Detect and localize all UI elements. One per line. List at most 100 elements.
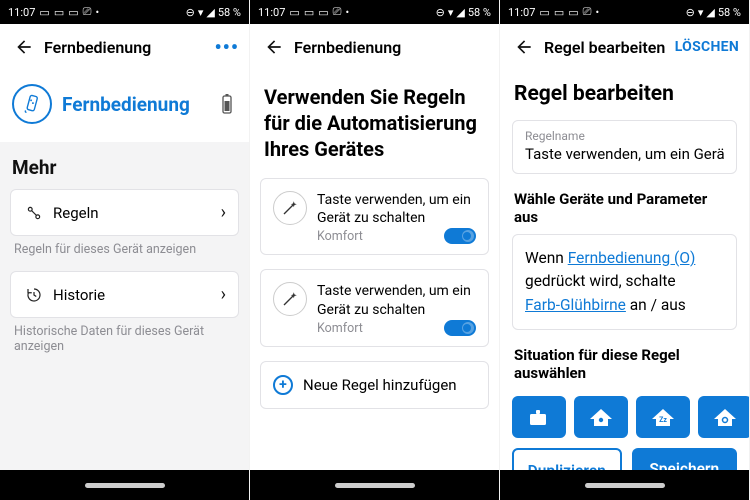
notif-icon-3: ▭ (568, 6, 578, 19)
situation-custom[interactable] (698, 396, 749, 438)
screen-remote-main: 11:07 ▭ ▭ ▭ ⎚ • ⊖ ▾ ◢ 58 % Fernbedienung… (0, 0, 250, 500)
history-item[interactable]: Historie › (10, 271, 239, 318)
history-label: Historie (53, 286, 221, 304)
battery-percent: 58 % (468, 6, 491, 19)
history-icon (23, 286, 45, 304)
wifi-icon: ▾ (198, 6, 204, 19)
rule-card-1[interactable]: Taste verwenden, um ein Gerät zu schalte… (260, 178, 489, 255)
android-navbar (500, 470, 749, 500)
clock: 11:07 (508, 6, 535, 19)
rules-icon (23, 204, 45, 222)
rules-label: Regeln (53, 204, 221, 222)
rules-item[interactable]: Regeln › (10, 189, 239, 236)
page-title: Fernbedienung (44, 38, 214, 57)
rule-name-label: Regelname (525, 129, 724, 143)
notif-icon-1: ▭ (289, 6, 299, 19)
clock: 11:07 (258, 6, 285, 19)
notif-icon-2: ▭ (54, 6, 64, 19)
notif-icon-3: ▭ (68, 6, 78, 19)
rule-name-value: Taste verwenden, um ein Gerä (525, 145, 724, 163)
signal-icon: ◢ (456, 6, 464, 19)
wifi-icon: ▾ (448, 6, 454, 19)
chevron-right-icon: › (221, 284, 226, 305)
rule-title: Taste verwenden, um ein Gerät zu schalte… (317, 282, 476, 318)
dnd-icon: ⊖ (186, 6, 195, 19)
device-name: Fernbedienung (62, 93, 221, 116)
situation-home[interactable] (574, 396, 628, 438)
signal-icon: ◢ (206, 6, 214, 19)
save-button[interactable]: Speichern (632, 448, 738, 470)
nav-handle[interactable] (335, 483, 415, 488)
sentence-pre: Wenn (525, 249, 568, 267)
dnd-icon: ⊖ (436, 6, 445, 19)
add-rule-label: Neue Regel hinzufügen (303, 376, 457, 394)
back-button[interactable] (510, 33, 538, 61)
device-link[interactable]: Fernbedienung (O) (568, 249, 696, 267)
remote-icon (12, 84, 52, 124)
target-link[interactable]: Farb-Glühbirne (525, 296, 626, 314)
rule-toggle[interactable] (444, 228, 476, 244)
delete-button[interactable]: LÖSCHEN (675, 39, 739, 55)
history-subtext: Historische Daten für dieses Gerät anzei… (0, 324, 249, 368)
sentence-post: an / aus (626, 296, 686, 314)
rule-name-field[interactable]: Regelname Taste verwenden, um ein Gerä (512, 120, 737, 174)
rule-card-2[interactable]: Taste verwenden, um ein Gerät zu schalte… (260, 269, 489, 346)
button-row: Duplizieren Speichern (500, 438, 749, 470)
page-title: Regel bearbeiten (544, 38, 675, 57)
notif-icon-5: • (95, 6, 99, 19)
content: Fernbedienung Mehr Regeln › Regeln für d… (0, 70, 249, 470)
appbar: Fernbedienung ••• (0, 24, 249, 70)
notif-icon-5: • (595, 6, 599, 19)
android-navbar (0, 470, 249, 500)
rule-toggle[interactable] (444, 320, 476, 336)
situation-sleep[interactable]: Zz (636, 396, 690, 438)
back-button[interactable] (10, 33, 38, 61)
duplicate-button[interactable]: Duplizieren (512, 448, 622, 470)
notif-icon-5: • (345, 6, 349, 19)
notif-icon-4: ⎚ (83, 5, 92, 19)
notif-icon-4: ⎚ (583, 5, 592, 19)
notif-icon-1: ▭ (39, 6, 49, 19)
notif-icon-3: ▭ (318, 6, 328, 19)
overflow-menu-button[interactable]: ••• (214, 35, 239, 59)
back-button[interactable] (260, 33, 288, 61)
notif-icon-2: ▭ (554, 6, 564, 19)
content: Regel bearbeiten Regelname Taste verwend… (500, 70, 749, 470)
battery-percent: 58 % (718, 6, 741, 19)
situation-row: Zz (500, 390, 749, 438)
statusbar: 11:07 ▭ ▭ ▭ ⎚ • ⊖ ▾ ◢ 58 % (0, 0, 249, 24)
situation-heading: Situation für diese Regel auswählen (500, 346, 749, 390)
situation-away[interactable] (512, 396, 566, 438)
rules-heading: Verwenden Sie Regeln für die Automatisie… (250, 70, 499, 178)
clock: 11:07 (8, 6, 35, 19)
dnd-icon: ⊖ (686, 6, 695, 19)
appbar: Fernbedienung (250, 24, 499, 70)
svg-text:Zz: Zz (659, 416, 667, 424)
statusbar: 11:07 ▭ ▭ ▭ ⎚ • ⊖ ▾ ◢ 58 % (500, 0, 749, 24)
android-navbar (250, 470, 499, 500)
rules-subtext: Regeln für dieses Gerät anzeigen (0, 242, 249, 271)
sentence-mid: gedrückt wird, schalte (525, 272, 676, 290)
wand-icon (273, 191, 307, 225)
battery-percent: 58 % (218, 6, 241, 19)
add-rule-button[interactable]: + Neue Regel hinzufügen (260, 361, 489, 409)
more-heading: Mehr (0, 142, 249, 189)
rule-sentence-card: Wenn Fernbedienung (O) gedrückt wird, sc… (512, 234, 737, 330)
signal-icon: ◢ (706, 6, 714, 19)
nav-handle[interactable] (85, 483, 165, 488)
params-heading: Wähle Geräte und Parameter aus (500, 190, 749, 234)
nav-handle[interactable] (585, 483, 665, 488)
chevron-right-icon: › (221, 202, 226, 223)
screen-rules-list: 11:07 ▭ ▭ ▭ ⎚ • ⊖ ▾ ◢ 58 % Fernbedienung… (250, 0, 500, 500)
rule-title: Taste verwenden, um ein Gerät zu schalte… (317, 191, 476, 227)
notif-icon-2: ▭ (304, 6, 314, 19)
wifi-icon: ▾ (698, 6, 704, 19)
plus-icon: + (273, 375, 293, 395)
screen-edit-rule: 11:07 ▭ ▭ ▭ ⎚ • ⊖ ▾ ◢ 58 % Regel bearbei… (500, 0, 750, 500)
page-title: Fernbedienung (294, 38, 489, 57)
appbar: Regel bearbeiten LÖSCHEN (500, 24, 749, 70)
notif-icon-4: ⎚ (333, 5, 342, 19)
wand-icon (273, 282, 307, 316)
edit-heading: Regel bearbeiten (500, 70, 749, 120)
notif-icon-1: ▭ (539, 6, 549, 19)
